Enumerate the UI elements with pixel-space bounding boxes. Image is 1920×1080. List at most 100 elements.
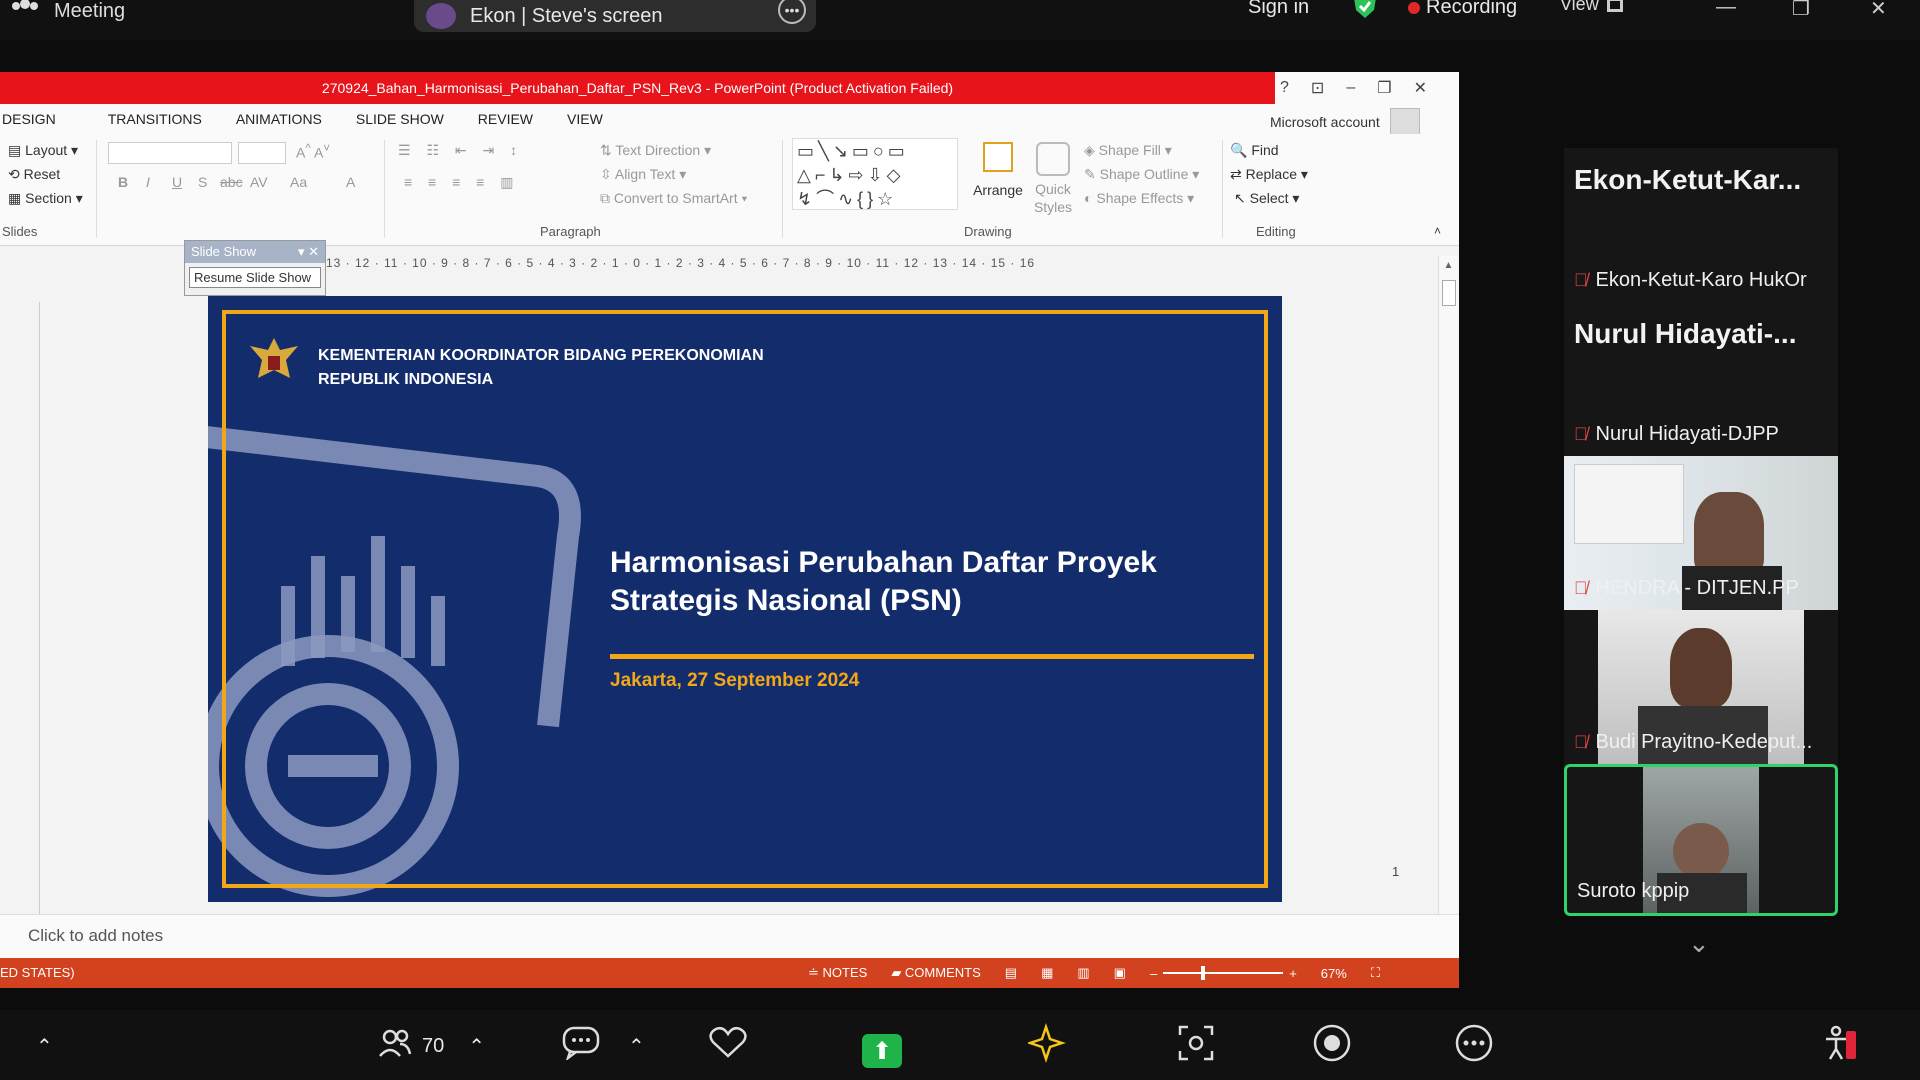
grow-font-icon[interactable]: A^ A˅ (296, 142, 330, 161)
tab-view[interactable]: VIEW (567, 111, 603, 127)
encryption-shield-icon[interactable] (1352, 0, 1378, 18)
participant-tile[interactable]: 🎙̸ Budi Prayitno-Kedeput... (1564, 610, 1838, 764)
text-direction-button[interactable]: ⇅ Text Direction ▾ (600, 142, 711, 159)
share-arrow-icon: ⬆ (871, 1037, 893, 1065)
shape-outline-button[interactable]: ✎ Shape Outline ▾ (1084, 166, 1199, 183)
arrange-button[interactable]: Arrange (970, 142, 1026, 198)
ribbon-separator (96, 140, 97, 238)
meeting-toolbar (0, 1010, 1920, 1080)
notes-placeholder[interactable]: Click to add notes (28, 926, 163, 946)
replace-button[interactable]: ⇄ Replace ▾ (1230, 166, 1308, 183)
ribbon-display-icon[interactable]: ⊡ (1311, 78, 1324, 98)
collapse-ribbon-icon[interactable]: ˄ (1434, 224, 1441, 238)
help-icon[interactable]: ? (1280, 79, 1289, 97)
status-language: ED STATES) (0, 965, 75, 980)
normal-view-icon[interactable]: ▤ (1005, 965, 1017, 981)
recording-indicator[interactable]: Recording (1408, 0, 1517, 19)
participant-figure (1673, 823, 1729, 879)
notes-pane[interactable] (0, 914, 1459, 958)
reactions-button[interactable] (708, 1026, 748, 1066)
slideshow-view-icon[interactable]: ▣ (1114, 965, 1126, 981)
audio-caret-icon[interactable]: ⌃ (36, 1026, 53, 1066)
shape-fill-button[interactable]: ◈ Shape Fill ▾ (1084, 142, 1172, 159)
participant-tile-active-speaker[interactable]: Suroto kppip (1564, 764, 1838, 916)
sign-in-link[interactable]: Sign in (1248, 0, 1309, 19)
font-size-select[interactable] (238, 142, 286, 164)
char-spacing-icon[interactable]: AV (250, 174, 268, 190)
fit-to-window-icon[interactable]: ⛶ (1371, 965, 1380, 981)
tab-design[interactable]: DESIGN (2, 111, 56, 127)
section-button[interactable]: ▦ Section ▾ (8, 190, 83, 207)
view-label: View (1560, 0, 1599, 14)
reading-view-icon[interactable]: ▥ (1077, 965, 1089, 981)
tab-slide-show[interactable]: SLIDE SHOW (356, 111, 444, 127)
chat-icon (562, 1026, 602, 1066)
font-color-icon[interactable]: A (346, 174, 355, 190)
ministry-line-2: REPUBLIK INDONESIA (318, 371, 494, 388)
shapes-gallery[interactable]: ▭╲↘▭○▭ △⌐↳⇨⇩◇ ↯⌒∿{}☆ (792, 138, 958, 210)
ppt-minimize-icon[interactable]: – (1346, 79, 1355, 97)
tab-review[interactable]: REVIEW (478, 111, 533, 127)
ppt-restore-icon[interactable]: ❐ (1377, 78, 1391, 98)
underline-icon[interactable]: U (172, 174, 182, 190)
layout-button[interactable]: ▤ Layout ▾ (8, 142, 78, 159)
participant-label: 🎙̸ Ekon-Ketut-Karo HukOr (1574, 269, 1807, 291)
font-name-select[interactable] (108, 142, 232, 164)
apps-button[interactable] (1176, 1025, 1216, 1066)
find-button[interactable]: 🔍 Find (1230, 142, 1279, 159)
record-button[interactable] (1312, 1024, 1352, 1066)
change-case-icon[interactable]: Aa (290, 174, 307, 190)
alignment-icons[interactable]: ≡ ≡ ≡ ≡ ▥ (404, 174, 519, 191)
chevron-down-icon[interactable]: ⌄ (1688, 928, 1710, 959)
scroll-thumb[interactable] (1441, 280, 1456, 306)
share-more-icon[interactable]: ••• (778, 0, 806, 24)
select-button[interactable]: ↖ Select ▾ (1234, 190, 1299, 207)
screen-share-indicator[interactable]: Ekon | Steve's screen ••• (414, 0, 816, 32)
restore-icon[interactable]: ❐ (1792, 0, 1810, 21)
more-button[interactable] (1454, 1024, 1494, 1066)
select-label: Select (1249, 190, 1289, 206)
bold-icon[interactable]: B (118, 174, 128, 190)
layout-label: Layout (25, 142, 68, 158)
participant-tile[interactable]: Nurul Hidayati-... 🎙̸ Nurul Hidayati-DJPP (1564, 302, 1838, 456)
chat-button[interactable]: ⌃ (562, 1026, 645, 1066)
comments-toggle[interactable]: ▰ COMMENTS (891, 965, 980, 981)
meeting-tab[interactable]: Meeting (10, 0, 125, 22)
slide-sorter-icon[interactable]: ▦ (1041, 965, 1053, 981)
align-text-label: Align Text (614, 166, 676, 182)
zoom-level[interactable]: 67% (1321, 966, 1347, 981)
slide-date: Jakarta, 27 September 2024 (610, 670, 860, 691)
zoom-slider[interactable]: – + (1150, 966, 1297, 981)
slide-canvas[interactable]: KEMENTERIAN KOORDINATOR BIDANG PEREKONOM… (208, 296, 1282, 902)
status-controls: ≐ NOTES ▰ COMMENTS ▤ ▦ ▥ ▣ – + 67% ⛶ (808, 958, 1380, 988)
ai-companion-button[interactable] (1026, 1023, 1068, 1066)
ppt-close-icon[interactable]: ✕ (1414, 78, 1427, 98)
participant-tile[interactable]: 🎙̸ HENDRA - DITJEN.PP (1564, 456, 1838, 610)
convert-smartart-button[interactable]: ⧉ Convert to SmartArt ▾ (600, 190, 747, 207)
microsoft-account[interactable]: Microsoft account (1270, 108, 1420, 136)
chat-caret-icon[interactable]: ⌃ (628, 1034, 645, 1059)
reset-button[interactable]: ⟲ Reset (8, 166, 60, 183)
resume-slide-show-button[interactable]: Resume Slide Show (189, 267, 321, 288)
view-menu[interactable]: View (1560, 0, 1623, 15)
shadow-icon[interactable]: S (198, 174, 207, 190)
list-icons[interactable]: ☰ ☷ ⇤ ⇥ ↕ (398, 142, 523, 159)
align-text-button[interactable]: ⇳ Align Text ▾ (600, 166, 686, 183)
italic-icon[interactable]: I (146, 174, 150, 190)
shape-effects-button[interactable]: ◐ Shape Effects ▾ (1084, 190, 1194, 207)
notes-toggle[interactable]: ≐ NOTES (808, 965, 867, 981)
participants-button[interactable]: 70 ⌃ (378, 1026, 485, 1066)
zoom-slider-thumb[interactable] (1201, 966, 1206, 980)
muted-mic-icon: 🎙̸ (1574, 424, 1588, 444)
quick-styles-button[interactable]: Quick Styles (1030, 142, 1076, 216)
tab-animations[interactable]: ANIMATIONS (236, 111, 322, 127)
share-screen-button[interactable]: ⬆ (862, 1034, 902, 1068)
strikethrough-icon[interactable]: abc (220, 174, 243, 190)
minimize-icon[interactable]: — (1716, 0, 1736, 19)
close-icon[interactable]: ✕ (1870, 0, 1887, 21)
participant-tile[interactable]: Ekon-Ketut-Kar... 🎙̸ Ekon-Ketut-Karo HukO… (1564, 148, 1838, 302)
tab-transitions[interactable]: TRANSITIONS (108, 111, 202, 127)
participants-caret-icon[interactable]: ⌃ (468, 1034, 485, 1059)
vertical-scrollbar[interactable]: ▲ (1438, 256, 1458, 976)
leave-button[interactable] (1820, 1025, 1860, 1066)
